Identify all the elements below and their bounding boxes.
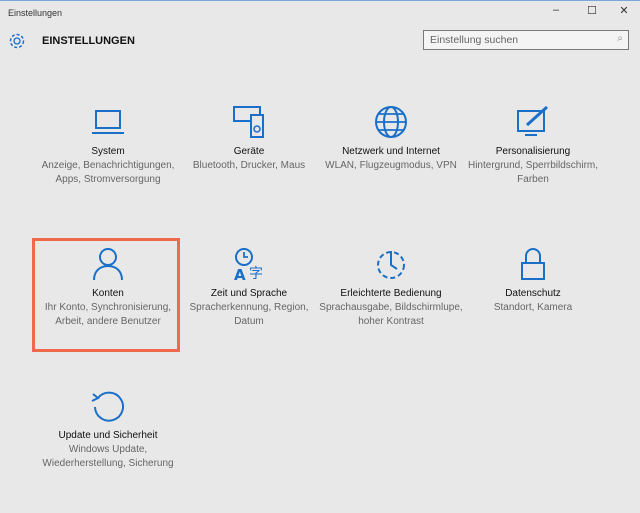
- tile-description: Windows Update, Wiederherstellung, Siche…: [42, 444, 174, 469]
- svg-text:字: 字: [249, 266, 263, 281]
- settings-window: Einstellungen – ☐ ✕ EINSTELLUNGEN Einste…: [0, 0, 640, 513]
- tile-time-language[interactable]: A字 Zeit und Sprache Spracherkennung, Reg…: [176, 247, 322, 329]
- tile-description: Bluetooth, Drucker, Maus: [192, 160, 306, 171]
- paint-icon: [517, 105, 549, 136]
- person-icon: [93, 248, 123, 281]
- tile-description: Hintergrund, Sperrbildschirm, Farben: [467, 160, 599, 185]
- tile-description: Spracherkennung, Region, Datum: [189, 302, 309, 327]
- tile-update-security[interactable]: Update und Sicherheit Windows Update, Wi…: [35, 389, 181, 471]
- tile-description: Sprachausgabe, Bildschirmlupe, hoher Kon…: [319, 302, 463, 327]
- tile-accounts[interactable]: Konten Ihr Konto, Synchronisierung, Arbe…: [35, 247, 181, 329]
- tile-title: Zeit und Sprache: [210, 288, 288, 299]
- gear-icon: [9, 33, 25, 49]
- lock-icon: [521, 248, 545, 280]
- tile-description: Ihr Konto, Synchronisierung, Arbeit, and…: [44, 302, 172, 327]
- close-button[interactable]: ✕: [614, 4, 634, 17]
- svg-text:A: A: [234, 266, 246, 281]
- maximize-button[interactable]: ☐: [582, 4, 602, 17]
- devices-icon: [233, 106, 264, 138]
- tile-title: Update und Sicherheit: [58, 430, 158, 441]
- tile-privacy[interactable]: Datenschutz Standort, Kamera: [460, 247, 606, 315]
- tile-title: Personalisierung: [495, 146, 571, 157]
- search-placeholder: Einstellung suchen: [430, 34, 519, 46]
- tile-description: Anzeige, Benachrichtigungen, Apps, Strom…: [41, 160, 175, 185]
- minimize-button[interactable]: –: [546, 4, 566, 16]
- page-title: EINSTELLUNGEN: [42, 35, 135, 47]
- tile-description: WLAN, Flugzeugmodus, VPN: [325, 160, 457, 171]
- laptop-icon: [92, 110, 124, 134]
- globe-icon: [375, 106, 407, 138]
- tile-title: Geräte: [233, 146, 265, 157]
- search-input[interactable]: Einstellung suchen ⌕: [423, 30, 629, 50]
- tile-title: System: [91, 146, 125, 157]
- tile-personalization[interactable]: Personalisierung Hintergrund, Sperrbilds…: [460, 105, 606, 187]
- tile-title: Konten: [92, 288, 124, 299]
- tile-title: Erleichterte Bedienung: [340, 288, 442, 299]
- tile-devices[interactable]: Geräte Bluetooth, Drucker, Maus: [176, 105, 322, 173]
- tile-title: Datenschutz: [505, 288, 561, 299]
- tile-description: Standort, Kamera: [493, 302, 573, 313]
- tile-title: Netzwerk und Internet: [342, 146, 440, 157]
- ease-of-access-icon: [377, 251, 405, 279]
- window-title: Einstellungen: [8, 8, 63, 18]
- search-icon[interactable]: ⌕: [617, 33, 623, 44]
- tile-system[interactable]: System Anzeige, Benachrichtigungen, Apps…: [35, 105, 181, 187]
- time-language-icon: A字: [234, 248, 263, 281]
- update-icon: [91, 391, 124, 422]
- tile-ease-of-access[interactable]: Erleichterte Bedienung Sprachausgabe, Bi…: [318, 247, 464, 329]
- tile-network[interactable]: Netzwerk und Internet WLAN, Flugzeugmodu…: [318, 105, 464, 173]
